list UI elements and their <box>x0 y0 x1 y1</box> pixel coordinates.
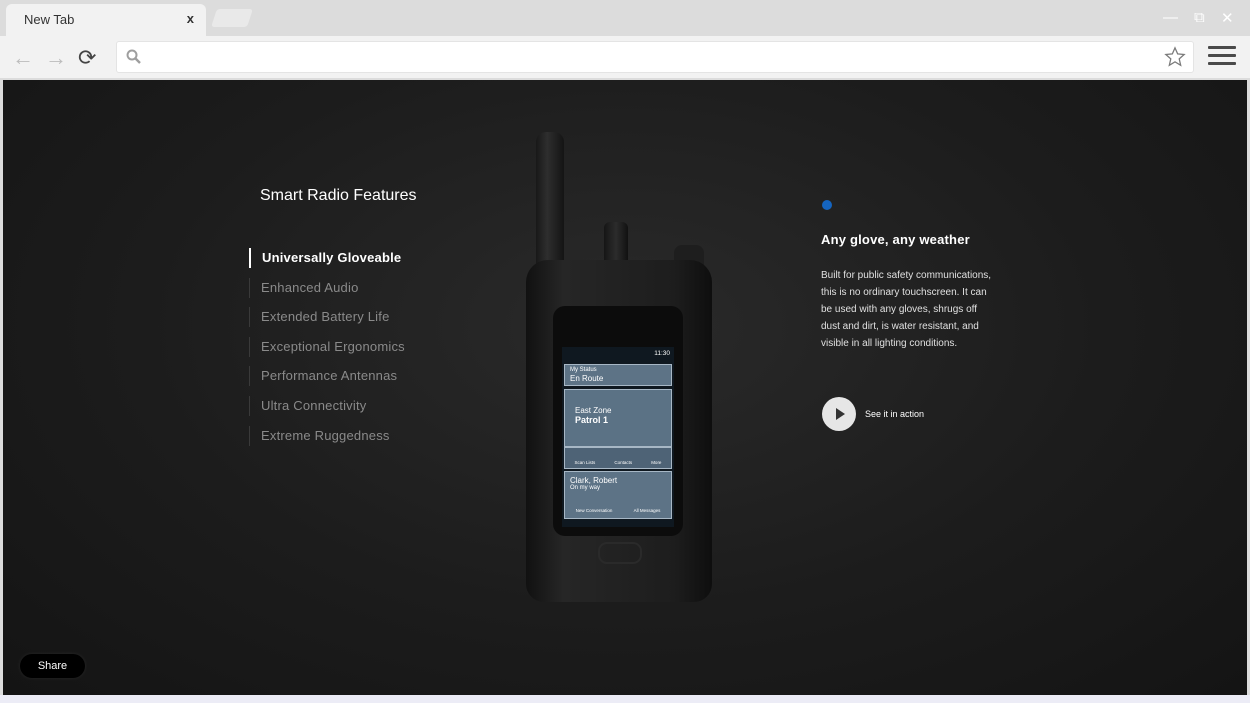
feature-item-enhanced-audio[interactable]: Enhanced Audio <box>249 277 405 298</box>
my-status-card: My Status En Route <box>564 364 672 386</box>
address-bar[interactable] <box>117 42 1193 72</box>
reload-icon[interactable]: ⟳ <box>78 45 96 71</box>
antenna <box>536 132 564 272</box>
my-status-label: My Status <box>570 367 597 373</box>
feature-item-performance-antennas[interactable]: Performance Antennas <box>249 366 405 387</box>
all-messages-action: All Messages <box>633 508 661 513</box>
contact-status: On my way <box>570 485 601 491</box>
screen-tabs: Scan Lists Contacts More <box>564 447 672 469</box>
patrol-label: Patrol 1 <box>575 415 609 425</box>
back-icon[interactable]: ← <box>12 45 34 71</box>
play-icon[interactable] <box>822 397 856 431</box>
channel-knob <box>604 222 628 264</box>
screen-time: 11:30 <box>654 350 670 357</box>
browser-toolbar: ← → ⟳ <box>0 36 1250 78</box>
radio-product-image: 11:30 My Status En Route East Zone Patro… <box>520 130 716 610</box>
scan-lists-tab: Scan Lists <box>574 460 596 465</box>
contact-card: Clark, Robert On my way New Conversation… <box>564 471 672 519</box>
zone-card: East Zone Patrol 1 <box>564 389 672 447</box>
contact-name: Clark, Robert <box>570 476 618 485</box>
tab-strip: New Tab x — ⧉ ✕ <box>0 0 1250 36</box>
feature-item-universally-gloveable[interactable]: Universally Gloveable <box>249 248 405 268</box>
features-title: Smart Radio Features <box>260 187 417 204</box>
bottom-strip <box>0 695 1250 703</box>
new-tab-button[interactable] <box>211 9 253 27</box>
browser-tab[interactable]: New Tab x <box>6 4 206 36</box>
feature-item-exceptional-ergonomics[interactable]: Exceptional Ergonomics <box>249 336 405 357</box>
feature-list: Universally Gloveable Enhanced Audio Ext… <box>249 248 405 455</box>
new-conversation-action: New Conversation <box>575 508 613 513</box>
search-icon <box>126 49 141 64</box>
share-button[interactable]: Share <box>20 654 85 678</box>
feature-item-ultra-connectivity[interactable]: Ultra Connectivity <box>249 395 405 416</box>
screen-status-bar: 11:30 <box>562 347 674 361</box>
feature-item-extended-battery-life[interactable]: Extended Battery Life <box>249 307 405 328</box>
minimize-icon[interactable]: — <box>1163 9 1178 26</box>
feature-item-extreme-ruggedness[interactable]: Extreme Ruggedness <box>249 425 405 446</box>
maximize-icon[interactable]: ⧉ <box>1194 9 1205 26</box>
detail-title: Any glove, any weather <box>821 232 970 247</box>
forward-icon[interactable]: → <box>45 45 67 71</box>
more-tab: More <box>651 460 662 465</box>
star-icon[interactable] <box>1164 46 1186 68</box>
radio-screen: 11:30 My Status En Route East Zone Patro… <box>562 347 674 527</box>
active-indicator-dot <box>822 200 832 210</box>
see-it-in-action-link[interactable]: See it in action <box>865 409 924 419</box>
tab-title: New Tab <box>24 12 75 27</box>
my-status-value: En Route <box>570 374 604 383</box>
close-window-icon[interactable]: ✕ <box>1221 9 1234 27</box>
page-viewport: Smart Radio Features Universally Gloveab… <box>3 80 1247 695</box>
zone-label: East Zone <box>575 406 612 415</box>
menu-icon[interactable] <box>1208 46 1236 70</box>
contacts-tab: Contacts <box>614 460 633 465</box>
tab-close-icon[interactable]: x <box>187 11 194 26</box>
detail-body: Built for public safety communications, … <box>821 270 992 349</box>
home-button <box>598 542 642 564</box>
